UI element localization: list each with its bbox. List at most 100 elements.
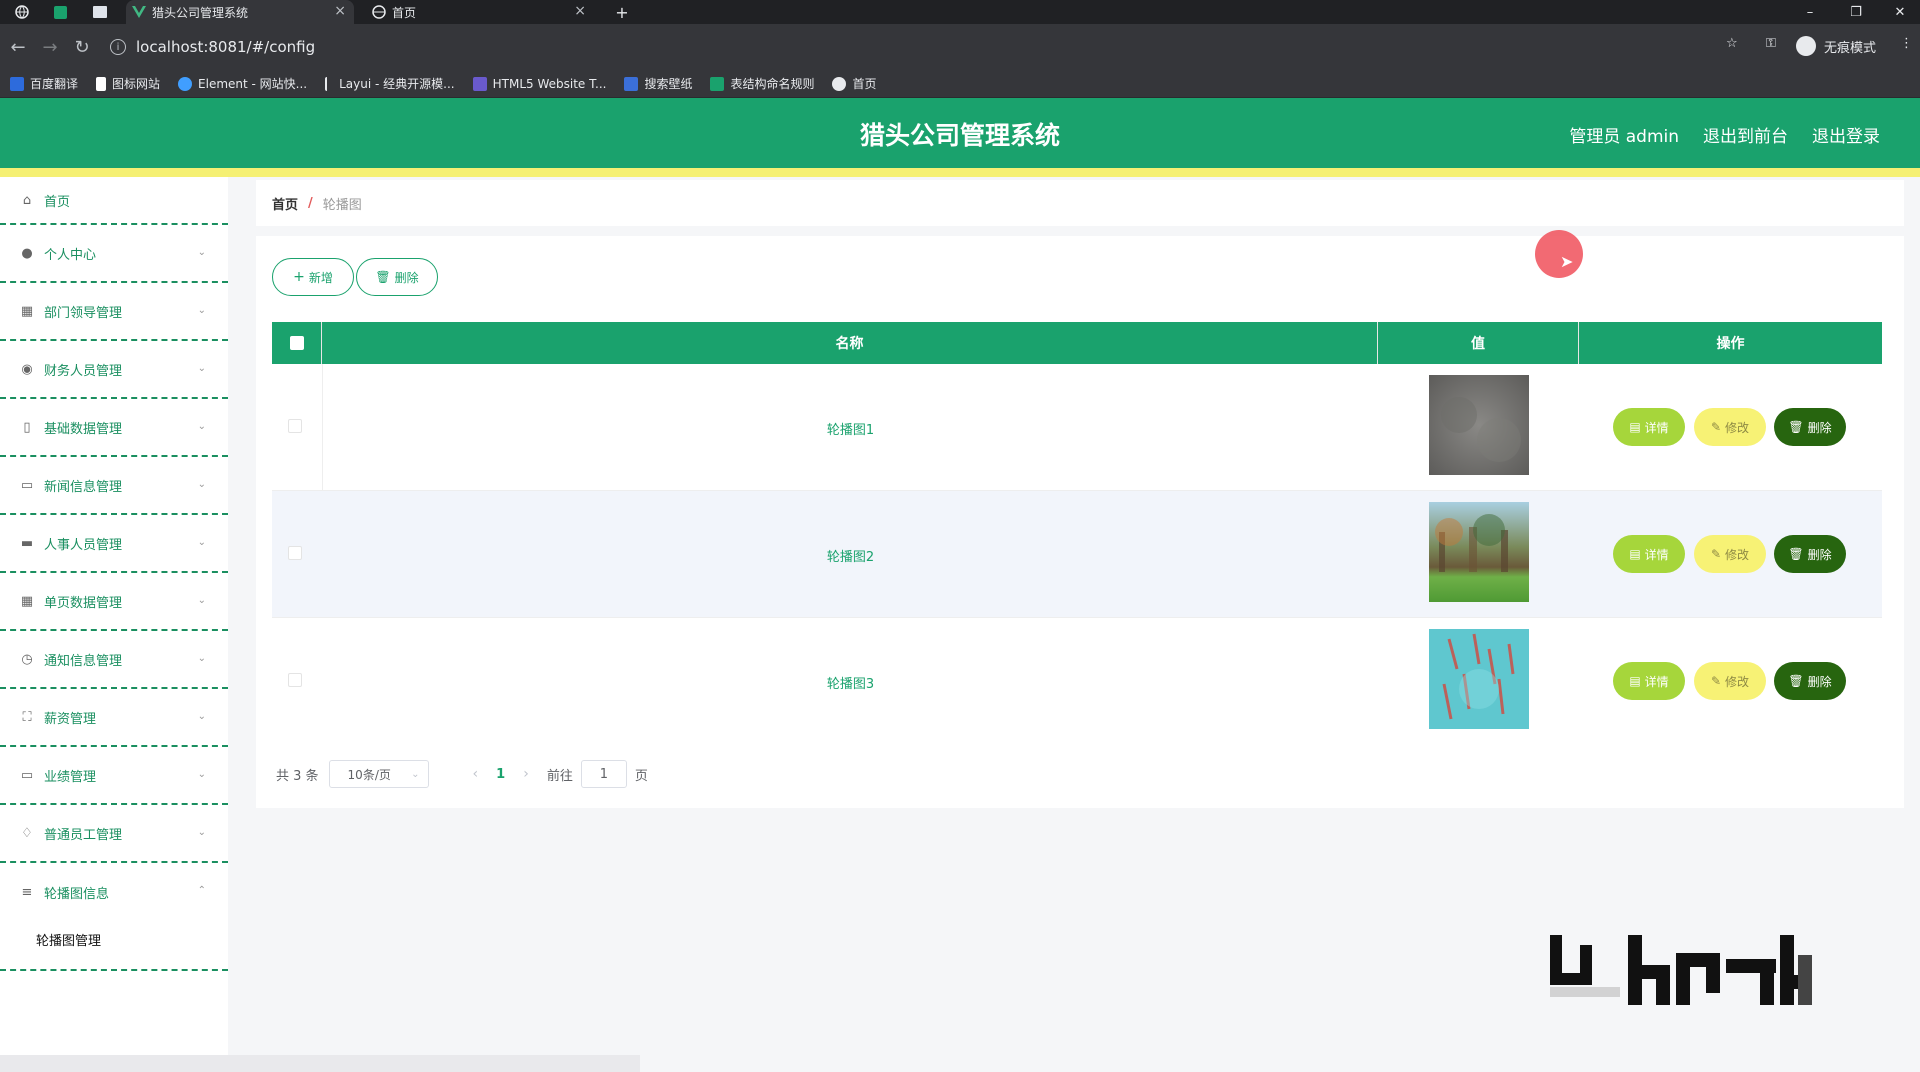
pinned-tab-green-icon[interactable] xyxy=(50,3,70,21)
select-all-checkbox[interactable] xyxy=(289,336,304,350)
edit-button[interactable]: ✎ 修改 xyxy=(1694,535,1766,573)
incognito-indicator[interactable]: 无痕模式 xyxy=(1796,36,1876,56)
bookmark-item[interactable]: 表结构命名规则 xyxy=(710,75,814,92)
detail-button[interactable]: ▤ 详情 xyxy=(1613,662,1685,700)
pinned-tab-doc-icon[interactable] xyxy=(90,3,110,21)
pin-icon: ◉ xyxy=(21,361,33,377)
row-checkbox[interactable] xyxy=(288,546,302,560)
key-icon[interactable]: ⚿ xyxy=(1766,36,1776,51)
chevron-down-icon: ⌄ xyxy=(197,479,206,490)
delete-button[interactable]: 🗑 删除 xyxy=(1774,408,1846,446)
bookmark-item[interactable]: Element - 网站快... xyxy=(178,75,307,92)
bookmark-item[interactable]: 搜索壁纸 xyxy=(624,75,692,92)
tab-home[interactable]: 首页 × xyxy=(366,0,594,24)
reload-icon[interactable]: ↻ xyxy=(68,33,96,61)
sidebar-item-carousel[interactable]: ≡ 轮播图信息 ⌃ xyxy=(0,863,228,921)
new-tab-icon[interactable]: + xyxy=(612,3,632,22)
sidebar-item-single-page[interactable]: ▦ 单页数据管理 ⌄ xyxy=(0,573,228,631)
bookmark-item[interactable]: 百度翻译 xyxy=(10,75,78,92)
bookmark-item[interactable]: Layui - 经典开源模... xyxy=(325,75,455,92)
delete-button[interactable]: 🗑 删除 xyxy=(1774,535,1846,573)
exit-to-front-link[interactable]: 退出到前台 xyxy=(1703,122,1788,147)
edit-button[interactable]: ✎ 修改 xyxy=(1694,408,1766,446)
breadcrumb-current: 轮播图 xyxy=(322,197,362,213)
carousel-thumbnail-image xyxy=(1429,629,1529,729)
globe-icon xyxy=(372,5,386,19)
sidebar-item-profile[interactable]: ● 个人中心 ⌄ xyxy=(0,225,228,283)
admin-user-label: 管理员 admin xyxy=(1569,127,1679,147)
chevron-down-icon: ⌄ xyxy=(197,537,206,548)
chevron-down-icon: ⌄ xyxy=(197,363,206,374)
logout-link[interactable]: 退出登录 xyxy=(1812,122,1880,147)
sidebar-item-employees[interactable]: ♢ 普通员工管理 ⌄ xyxy=(0,805,228,863)
bookmark-item[interactable]: 图标网站 xyxy=(96,75,160,92)
sidebar-item-news[interactable]: ▭ 新闻信息管理 ⌄ xyxy=(0,457,228,515)
url-text: localhost:8081/#/config xyxy=(136,38,316,56)
sidebar-item-label: 财务人员管理 xyxy=(44,363,123,379)
bookmark-item[interactable]: HTML5 Website T... xyxy=(472,76,606,91)
tab-label: 猎头公司管理系统 xyxy=(152,5,249,20)
breadcrumb-home[interactable]: 首页 xyxy=(272,194,298,213)
expand-icon: ⛶ xyxy=(22,709,32,725)
batch-delete-button[interactable]: 🗑 删除 xyxy=(356,258,438,296)
chevron-down-icon: ⌄ xyxy=(197,769,206,780)
cursor-highlight xyxy=(1535,230,1583,278)
sidebar-item-label: 业绩管理 xyxy=(44,769,97,785)
page-size-select[interactable]: 10条/页 ⌄ xyxy=(328,760,429,788)
main-content: + 新增 🗑 删除 名称 值 操作 轮播图1 ▤ 详情 ✎ 修改 🗑 删除 轮播… xyxy=(256,236,1904,808)
more-menu-icon[interactable]: ⋮ xyxy=(1900,36,1913,51)
edit-button[interactable]: ✎ 修改 xyxy=(1694,662,1766,700)
back-icon[interactable]: ← xyxy=(4,33,32,61)
bookmark-item[interactable]: 首页 xyxy=(832,75,877,92)
sidebar-item-base-data[interactable]: ▯ 基础数据管理 ⌄ xyxy=(0,399,228,457)
sidebar-item-finance[interactable]: ◉ 财务人员管理 ⌄ xyxy=(0,341,228,399)
menu-icon: ≡ xyxy=(21,884,33,900)
sidebar: ⌂ 首页 ● 个人中心 ⌄ ▦ 部门领导管理 ⌄ ◉ 财务人员管理 ⌄ ▯ 基础… xyxy=(0,177,228,1072)
close-window-icon[interactable]: ✕ xyxy=(1880,0,1920,24)
sidebar-item-label: 个人中心 xyxy=(44,247,97,263)
sidebar-item-salary[interactable]: ⛶ 薪资管理 ⌄ xyxy=(0,689,228,747)
page-number-current[interactable]: 1 xyxy=(496,767,505,782)
row-checkbox[interactable] xyxy=(288,673,302,687)
news-icon: ▭ xyxy=(20,477,34,493)
url-field[interactable]: i localhost:8081/#/config xyxy=(110,32,1730,62)
sidebar-item-hr[interactable]: ▬ 人事人员管理 ⌄ xyxy=(0,515,228,573)
row-checkbox[interactable] xyxy=(288,419,302,433)
pinned-tab-globe-icon[interactable] xyxy=(12,3,32,21)
app-header: 猎头公司管理系统 管理员 admin 退出到前台 退出登录 xyxy=(0,98,1920,168)
row-name: 轮播图2 xyxy=(826,550,875,565)
sidebar-item-label: 首页 xyxy=(44,194,71,210)
detail-button[interactable]: ▤ 详情 xyxy=(1613,535,1685,573)
sidebar-item-home[interactable]: ⌂ 首页 xyxy=(0,177,228,225)
mouse-pointer-icon: ➤ xyxy=(1560,252,1574,271)
column-header-actions: 操作 xyxy=(1716,336,1745,352)
sidebar-item-dept-leaders[interactable]: ▦ 部门领导管理 ⌄ xyxy=(0,283,228,341)
delete-button[interactable]: 🗑 删除 xyxy=(1774,662,1846,700)
tab-admin-system[interactable]: 猎头公司管理系统 × xyxy=(126,0,354,24)
add-button[interactable]: + 新增 xyxy=(272,258,354,296)
forward-icon[interactable]: → xyxy=(36,33,64,61)
plus-icon: + xyxy=(293,269,305,285)
sidebar-item-performance[interactable]: ▭ 业绩管理 ⌄ xyxy=(0,747,228,805)
vue-logo-icon xyxy=(132,5,146,19)
next-page-icon[interactable]: › xyxy=(523,766,529,782)
table-row: 轮播图3 ▤ 详情 ✎ 修改 🗑 删除 xyxy=(272,618,1882,745)
sidebar-item-notice[interactable]: ◷ 通知信息管理 ⌄ xyxy=(0,631,228,689)
sidebar-item-label: 人事人员管理 xyxy=(44,537,123,553)
header-accent-bar xyxy=(0,168,1920,177)
horizontal-scrollbar[interactable] xyxy=(0,1055,640,1072)
prev-page-icon[interactable]: ‹ xyxy=(473,766,479,782)
detail-button[interactable]: ▤ 详情 xyxy=(1613,408,1685,446)
user-icon: ● xyxy=(21,245,33,261)
tab-label: 首页 xyxy=(392,5,417,20)
grid-icon: ▦ xyxy=(20,303,34,319)
close-tab-icon[interactable]: × xyxy=(334,3,346,19)
restore-icon[interactable]: ❐ xyxy=(1836,0,1876,24)
site-info-icon[interactable]: i xyxy=(110,39,126,55)
close-tab-icon[interactable]: × xyxy=(574,3,586,19)
sidebar-subitem-carousel-manage[interactable]: 轮播图管理 xyxy=(36,930,101,949)
pager-total: 共 3 条 xyxy=(276,768,319,784)
minimize-icon[interactable]: – xyxy=(1790,0,1830,24)
goto-page-input[interactable]: 1 xyxy=(580,760,627,788)
bookmark-star-icon[interactable]: ☆ xyxy=(1726,36,1738,51)
